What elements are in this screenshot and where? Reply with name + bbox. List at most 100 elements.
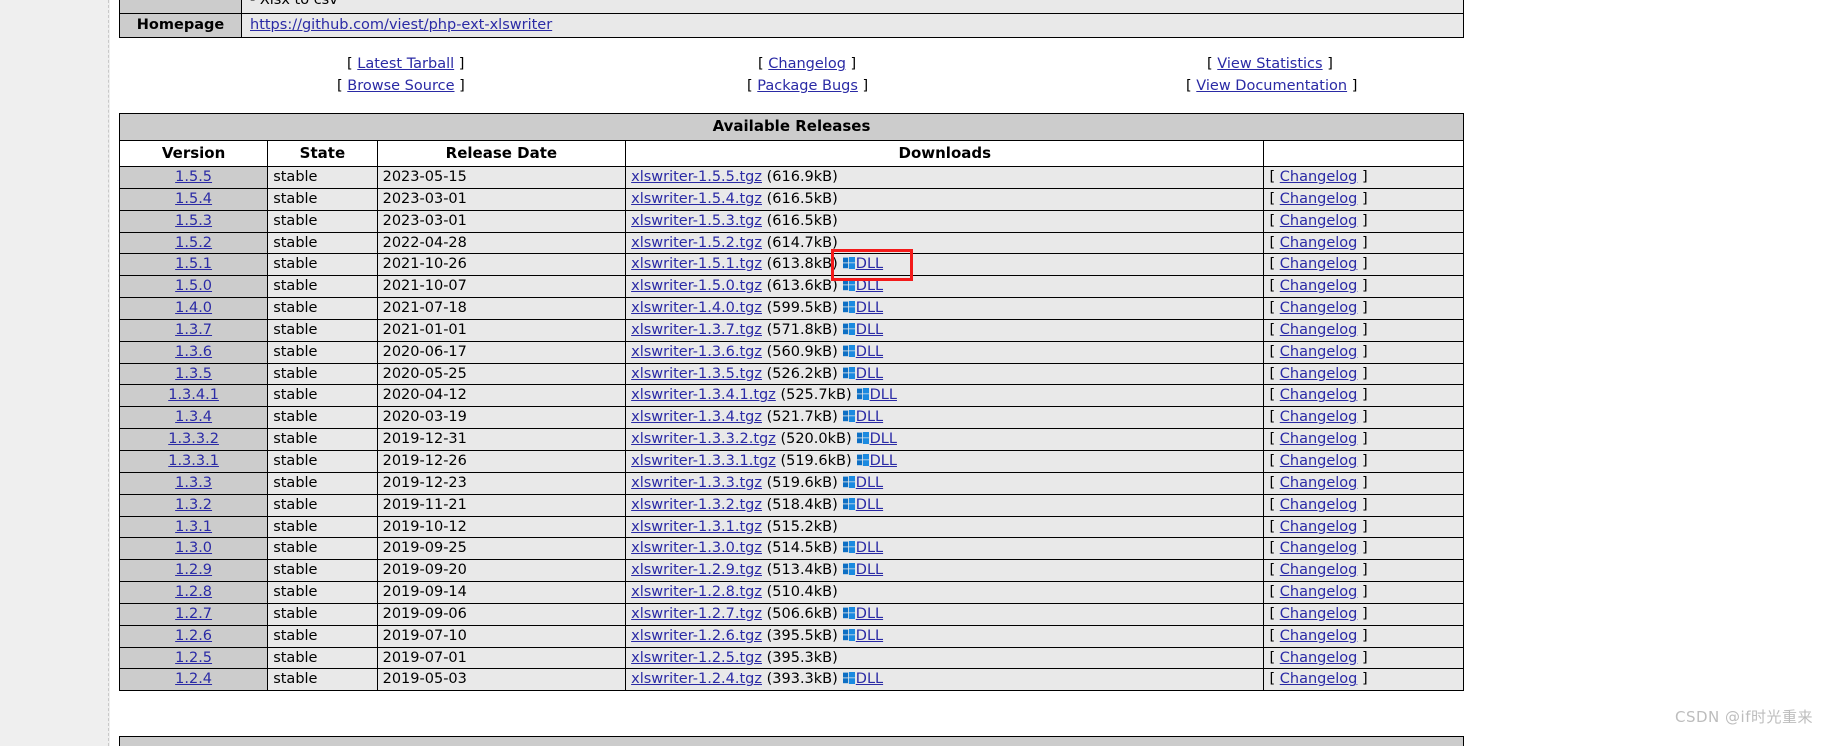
tarball-download-link[interactable]: xlswriter-1.3.0.tgz (631, 540, 762, 556)
row-changelog-link[interactable]: Changelog (1280, 322, 1358, 338)
version-link[interactable]: 1.3.6 (175, 344, 212, 360)
version-link[interactable]: 1.3.3.1 (168, 453, 219, 469)
version-link[interactable]: 1.3.1 (175, 519, 212, 535)
tarball-download-link[interactable]: xlswriter-1.3.4.tgz (631, 409, 762, 425)
row-changelog-link[interactable]: Changelog (1280, 497, 1358, 513)
tarball-download-link[interactable]: xlswriter-1.2.5.tgz (631, 650, 762, 666)
tarball-download-link[interactable]: xlswriter-1.2.4.tgz (631, 671, 762, 687)
version-link[interactable]: 1.2.8 (175, 584, 212, 600)
tarball-download-link[interactable]: xlswriter-1.3.7.tgz (631, 322, 762, 338)
tarball-download-link[interactable]: xlswriter-1.3.3.2.tgz (631, 431, 776, 447)
row-changelog-link[interactable]: Changelog (1280, 584, 1358, 600)
dll-download-link[interactable]: DLL (856, 671, 883, 687)
version-link[interactable]: 1.5.1 (175, 256, 212, 272)
browse-source-link[interactable]: Browse Source (347, 78, 454, 94)
version-link[interactable]: 1.3.5 (175, 366, 212, 382)
dll-download-link[interactable]: DLL (856, 497, 883, 513)
row-changelog-link[interactable]: Changelog (1280, 453, 1358, 469)
tarball-download-link[interactable]: xlswriter-1.2.9.tgz (631, 562, 762, 578)
row-changelog-link[interactable]: Changelog (1280, 366, 1358, 382)
dll-download-link[interactable]: DLL (856, 628, 883, 644)
homepage-link[interactable]: https://github.com/viest/php-ext-xlswrit… (250, 17, 552, 33)
dll-download-link[interactable]: DLL (856, 562, 883, 578)
row-changelog-link[interactable]: Changelog (1280, 628, 1358, 644)
tarball-download-link[interactable]: xlswriter-1.5.1.tgz (631, 256, 762, 272)
view-statistics-link[interactable]: View Statistics (1217, 56, 1322, 72)
tarball-download-link[interactable]: xlswriter-1.2.6.tgz (631, 628, 762, 644)
row-changelog-link[interactable]: Changelog (1280, 519, 1358, 535)
version-link[interactable]: 1.2.9 (175, 562, 212, 578)
view-documentation-link[interactable]: View Documentation (1196, 78, 1347, 94)
release-version-cell: 1.3.3.1 (118, 449, 269, 473)
tarball-download-link[interactable]: xlswriter-1.5.0.tgz (631, 278, 762, 294)
version-link[interactable]: 1.3.7 (175, 322, 212, 338)
version-link[interactable]: 1.3.3.2 (168, 431, 219, 447)
row-changelog-link[interactable]: Changelog (1280, 213, 1358, 229)
version-link[interactable]: 1.3.0 (175, 540, 212, 556)
dll-download-link[interactable]: DLL (856, 475, 883, 491)
changelog-link[interactable]: Changelog (768, 56, 846, 72)
tarball-download-link[interactable]: xlswriter-1.3.6.tgz (631, 344, 762, 360)
dll-download-link[interactable]: DLL (856, 322, 883, 338)
version-link[interactable]: 1.5.0 (175, 278, 212, 294)
row-changelog-link[interactable]: Changelog (1280, 278, 1358, 294)
release-changelog-cell: [ Changelog ] (1263, 559, 1464, 583)
dll-download-link[interactable]: DLL (856, 278, 883, 294)
tarball-download-link[interactable]: xlswriter-1.5.3.tgz (631, 213, 762, 229)
row-changelog-link[interactable]: Changelog (1280, 300, 1358, 316)
dll-download-link[interactable]: DLL (870, 387, 897, 403)
tarball-download-link[interactable]: xlswriter-1.5.5.tgz (631, 169, 762, 185)
dll-download-link[interactable]: DLL (856, 540, 883, 556)
tarball-download-link[interactable]: xlswriter-1.5.2.tgz (631, 235, 762, 251)
version-link[interactable]: 1.2.5 (175, 650, 212, 666)
dll-download-link[interactable]: DLL (856, 344, 883, 360)
row-changelog-link[interactable]: Changelog (1280, 475, 1358, 491)
row-changelog-link[interactable]: Changelog (1280, 387, 1358, 403)
tarball-download-link[interactable]: xlswriter-1.2.8.tgz (631, 584, 762, 600)
tarball-download-link[interactable]: xlswriter-1.3.3.1.tgz (631, 453, 776, 469)
row-changelog-link[interactable]: Changelog (1280, 606, 1358, 622)
row-changelog-link[interactable]: Changelog (1280, 431, 1358, 447)
row-changelog-link[interactable]: Changelog (1280, 562, 1358, 578)
row-changelog-link[interactable]: Changelog (1280, 191, 1358, 207)
version-link[interactable]: 1.3.2 (175, 497, 212, 513)
tarball-download-link[interactable]: xlswriter-1.3.3.tgz (631, 475, 762, 491)
tarball-download-link[interactable]: xlswriter-1.2.7.tgz (631, 606, 762, 622)
row-changelog-link[interactable]: Changelog (1280, 650, 1358, 666)
tarball-download-link[interactable]: xlswriter-1.5.4.tgz (631, 191, 762, 207)
row-changelog-link[interactable]: Changelog (1280, 409, 1358, 425)
row-changelog-link[interactable]: Changelog (1280, 344, 1358, 360)
version-link[interactable]: 1.5.2 (175, 235, 212, 251)
tarball-download-link[interactable]: xlswriter-1.3.1.tgz (631, 519, 762, 535)
dll-download-link[interactable]: DLL (856, 606, 883, 622)
version-link[interactable]: 1.5.4 (175, 191, 212, 207)
dll-download-link[interactable]: DLL (870, 453, 897, 469)
row-changelog-link[interactable]: Changelog (1280, 540, 1358, 556)
dll-download-link[interactable]: DLL (856, 300, 883, 316)
row-changelog-link[interactable]: Changelog (1280, 671, 1358, 687)
dll-download-link[interactable]: DLL (856, 366, 883, 382)
version-link[interactable]: 1.3.3 (175, 475, 212, 491)
row-changelog-link[interactable]: Changelog (1280, 169, 1358, 185)
version-link[interactable]: 1.4.0 (175, 300, 212, 316)
version-link[interactable]: 1.5.5 (175, 169, 212, 185)
tarball-download-link[interactable]: xlswriter-1.3.5.tgz (631, 366, 762, 382)
tarball-download-link[interactable]: xlswriter-1.4.0.tgz (631, 300, 762, 316)
package-bugs-link[interactable]: Package Bugs (757, 78, 858, 94)
version-link[interactable]: 1.5.3 (175, 213, 212, 229)
latest-tarball-link[interactable]: Latest Tarball (357, 56, 454, 72)
version-link[interactable]: 1.2.6 (175, 628, 212, 644)
bracket-close: ] (1361, 365, 1368, 382)
dll-download-link[interactable]: DLL (856, 409, 883, 425)
version-link[interactable]: 1.2.7 (175, 606, 212, 622)
version-link[interactable]: 1.3.4 (175, 409, 212, 425)
row-changelog-link[interactable]: Changelog (1280, 256, 1358, 272)
tarball-download-link[interactable]: xlswriter-1.3.4.1.tgz (631, 387, 776, 403)
row-changelog-link[interactable]: Changelog (1280, 235, 1358, 251)
version-link[interactable]: 1.2.4 (175, 671, 212, 687)
version-link[interactable]: 1.3.4.1 (168, 387, 219, 403)
tarball-download-link[interactable]: xlswriter-1.3.2.tgz (631, 497, 762, 513)
release-version-cell: 1.3.5 (118, 362, 269, 386)
dll-download-link[interactable]: DLL (870, 431, 897, 447)
dll-download-link[interactable]: DLL (856, 256, 883, 272)
